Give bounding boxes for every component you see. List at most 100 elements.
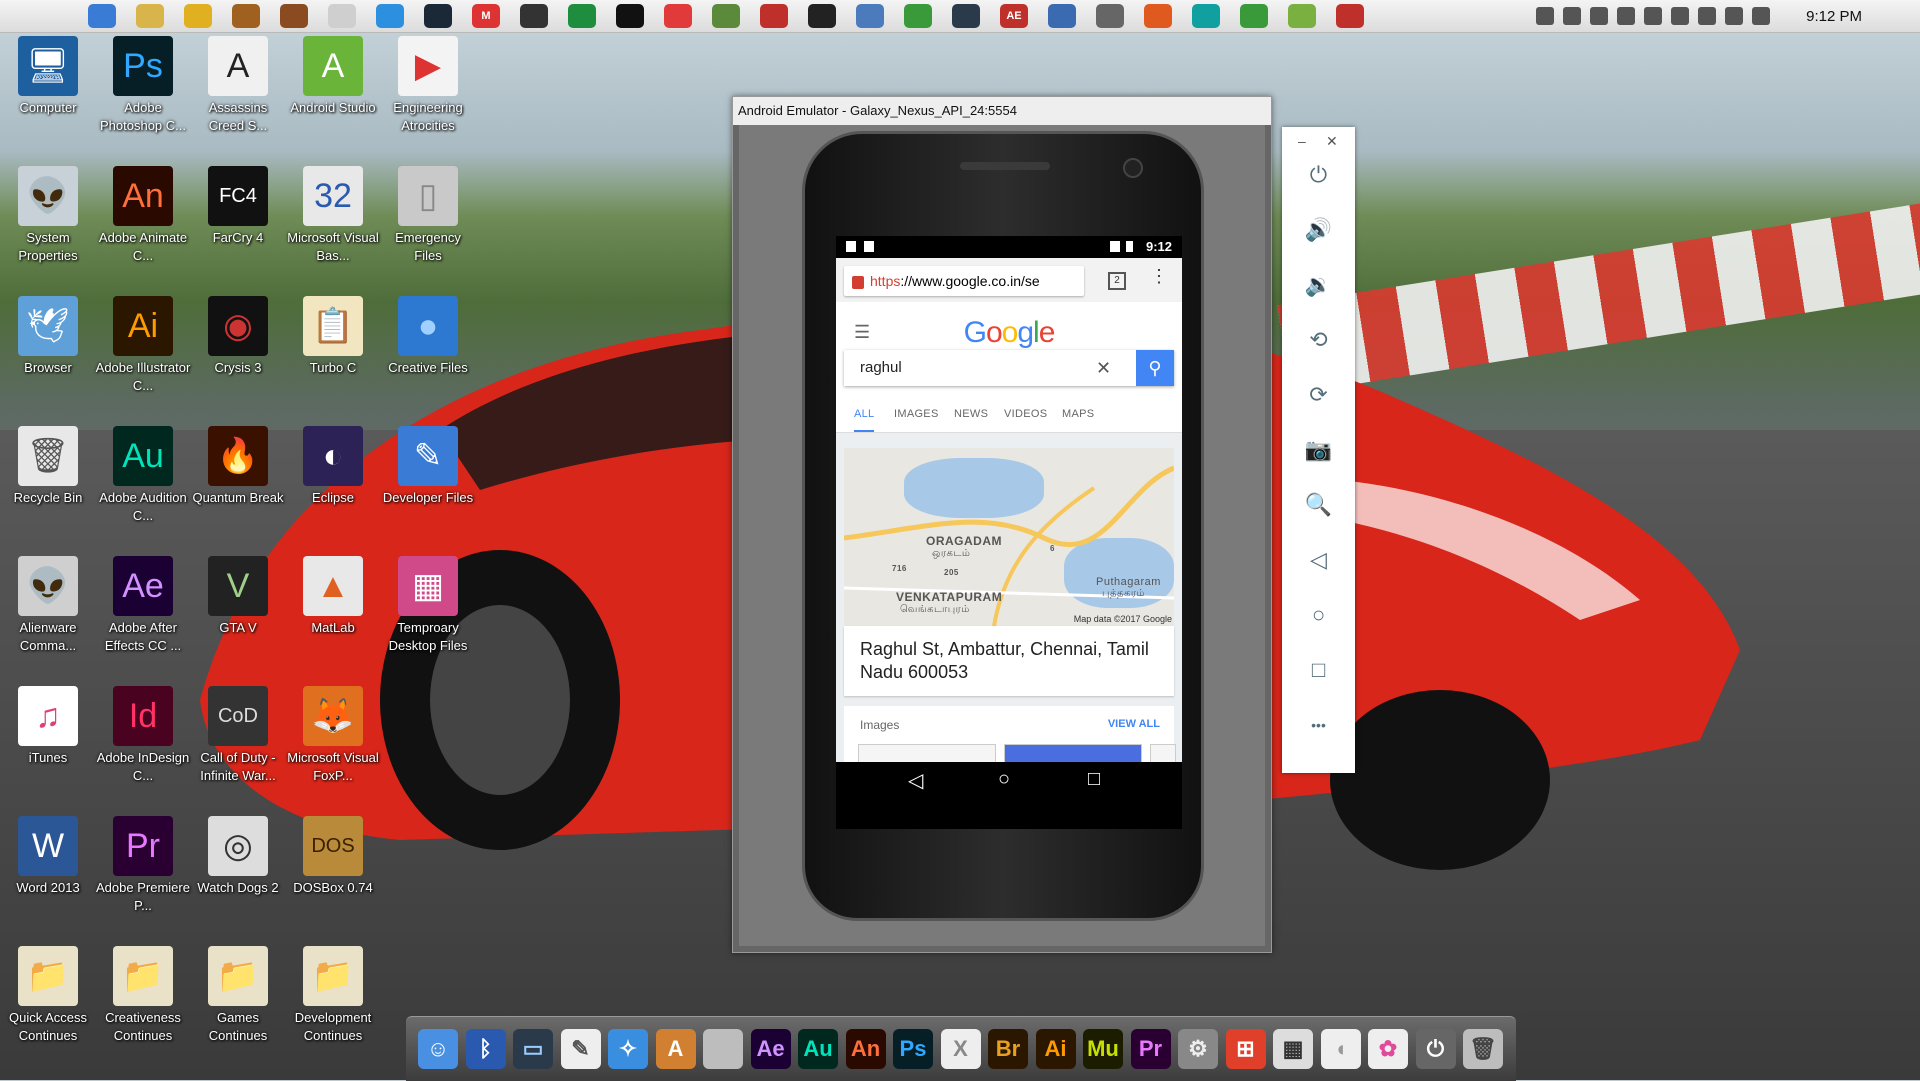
desktop-item[interactable]: A Assassins Creed S...: [190, 36, 286, 135]
sync-icon[interactable]: [376, 4, 404, 28]
desktop-item[interactable]: ◐ Eclipse: [285, 426, 381, 507]
desktop-item[interactable]: Ai Adobe Illustrator C...: [95, 296, 191, 395]
bluetooth-icon[interactable]: ᛒ: [465, 1029, 506, 1069]
chart-icon[interactable]: [808, 4, 836, 28]
home-icon[interactable]: ○: [1282, 595, 1355, 635]
monitor-icon[interactable]: ▭: [513, 1029, 553, 1069]
minimize-icon[interactable]: –: [1298, 133, 1306, 149]
tray-battery-icon[interactable]: [1590, 7, 1609, 25]
image-thumbnail[interactable]: [1150, 744, 1176, 762]
bridge-icon[interactable]: Br: [988, 1029, 1028, 1069]
url-bar[interactable]: https://www.google.co.in/se: [844, 266, 1084, 296]
close-icon[interactable]: ✕: [1326, 133, 1338, 150]
search-box[interactable]: raghul ✕ ⚲: [844, 350, 1174, 386]
desktop-item[interactable]: Ae Adobe After Effects CC ...: [95, 556, 191, 655]
shutdown-icon[interactable]: ⏻: [1415, 1029, 1456, 1069]
desktop-item[interactable]: Ps Adobe Photoshop C...: [95, 36, 191, 135]
blank-icon[interactable]: [703, 1029, 743, 1069]
desktop-item[interactable]: ● Creative Files: [380, 296, 476, 377]
desktop-item[interactable]: ▦ Temproary Desktop Files: [380, 556, 476, 655]
app-store-icon[interactable]: A: [655, 1029, 696, 1069]
emulator-window[interactable]: Android Emulator - Galaxy_Nexus_API_24:5…: [732, 96, 1272, 953]
view-all-link[interactable]: VIEW ALL: [1108, 718, 1160, 730]
desktop-item[interactable]: FC4 FarCry 4: [190, 166, 286, 247]
tab-images[interactable]: IMAGES: [894, 398, 939, 430]
camera-icon[interactable]: 📷: [1282, 430, 1355, 470]
desktop-item[interactable]: CoD Call of Duty - Infinite War...: [190, 686, 286, 785]
image-thumbnail[interactable]: [858, 744, 996, 762]
apple-icon[interactable]: [18, 1, 48, 31]
rotate-right-icon[interactable]: ⟳: [1282, 375, 1355, 415]
save-icon[interactable]: [760, 4, 788, 28]
desktop-item[interactable]: ◎ Watch Dogs 2: [190, 816, 286, 897]
premiere-icon[interactable]: Pr: [1130, 1029, 1171, 1069]
after-effects-icon[interactable]: Ae: [750, 1029, 791, 1069]
finder-icon[interactable]: ☺: [418, 1029, 458, 1069]
desktop-item[interactable]: V GTA V: [190, 556, 286, 637]
hand-icon[interactable]: [184, 4, 212, 28]
desktop-item[interactable]: Pr Adobe Premiere P...: [95, 816, 191, 915]
muse-icon[interactable]: Mu: [1083, 1029, 1123, 1069]
crate-icon[interactable]: [280, 4, 308, 28]
desktop-item[interactable]: 📁 Quick Access Continues: [0, 946, 96, 1045]
arduino-icon[interactable]: [1192, 4, 1220, 28]
volume-up-icon[interactable]: 🔊: [1282, 210, 1355, 250]
desktop-item[interactable]: 👽 System Properties: [0, 166, 96, 265]
android-studio-icon[interactable]: [1240, 4, 1268, 28]
search-button[interactable]: ⚲: [1136, 350, 1174, 386]
nav-recents-icon[interactable]: □: [1088, 768, 1100, 791]
clear-search-icon[interactable]: ✕: [1096, 350, 1111, 386]
tray-signal-icon[interactable]: [1617, 7, 1636, 25]
gmail-icon[interactable]: M: [472, 4, 500, 28]
desktop-item[interactable]: ◉ Crysis 3: [190, 296, 286, 377]
tray-mute-icon[interactable]: [1698, 7, 1717, 25]
monitor-icon[interactable]: [952, 4, 980, 28]
tray-chevron-icon[interactable]: [1536, 7, 1555, 25]
acrobat-icon[interactable]: [1336, 4, 1364, 28]
notes-icon[interactable]: ✎: [560, 1029, 601, 1069]
back-icon[interactable]: ◁: [1282, 540, 1355, 580]
desktop-item[interactable]: 📋 Turbo C: [285, 296, 381, 377]
address-card[interactable]: Raghul St, Ambattur, Chennai, Tamil Nadu…: [844, 626, 1174, 696]
overview-icon[interactable]: □: [1282, 650, 1355, 690]
tab-videos[interactable]: VIDEOS: [1004, 398, 1047, 430]
nav-back-icon[interactable]: ◁: [908, 768, 923, 793]
desktop-item[interactable]: 📁 Games Continues: [190, 946, 286, 1045]
ae-icon[interactable]: AE: [1000, 4, 1028, 28]
pycharm-icon[interactable]: [616, 4, 644, 28]
safari-icon[interactable]: ✧: [608, 1029, 648, 1069]
mouse-icon[interactable]: ◖: [1320, 1029, 1361, 1069]
desktop-item[interactable]: ♫ iTunes: [0, 686, 96, 767]
tray-bluetooth-icon[interactable]: [1644, 7, 1663, 25]
disk-icon[interactable]: [856, 4, 884, 28]
windows-icon[interactable]: ⊞: [1225, 1029, 1266, 1069]
tab-maps[interactable]: MAPS: [1062, 398, 1094, 430]
finder-icon[interactable]: [88, 4, 116, 28]
osx-icon[interactable]: X: [940, 1029, 981, 1069]
desktop-item[interactable]: A Android Studio: [285, 36, 381, 117]
zoom-icon[interactable]: 🔍: [1282, 485, 1355, 525]
desktop-item[interactable]: Au Adobe Audition C...: [95, 426, 191, 525]
desktop-item[interactable]: ▶ Engineering Atrocities: [380, 36, 476, 135]
steam-icon[interactable]: [424, 4, 452, 28]
image-thumbnail[interactable]: [1004, 744, 1142, 762]
search-input[interactable]: raghul: [860, 350, 902, 386]
illustrator-icon[interactable]: Ai: [1035, 1029, 1076, 1069]
winrar-icon[interactable]: [232, 4, 260, 28]
desktop-item[interactable]: ✎ Developer Files: [380, 426, 476, 507]
color-wheel-icon[interactable]: ✿: [1368, 1029, 1408, 1069]
more-icon[interactable]: •••: [1282, 705, 1355, 745]
desktop-item[interactable]: 🗑 Recycle Bin: [0, 426, 96, 507]
tab-all[interactable]: ALL: [854, 398, 875, 432]
animate-icon[interactable]: An: [845, 1029, 886, 1069]
desktop-item[interactable]: 👽 Alienware Comma...: [0, 556, 96, 655]
photoshop-icon[interactable]: Ps: [893, 1029, 933, 1069]
overflow-menu-icon[interactable]: ⋮: [1150, 266, 1168, 287]
desktop-item[interactable]: An Adobe Animate C...: [95, 166, 191, 265]
globe-icon[interactable]: [904, 4, 932, 28]
calculator-icon[interactable]: ▦: [1273, 1029, 1313, 1069]
tab-switcher-button[interactable]: 2: [1108, 272, 1126, 290]
tray-network-icon[interactable]: [1563, 7, 1582, 25]
desktop-item[interactable]: ▲ MatLab: [285, 556, 381, 637]
nav-home-icon[interactable]: ○: [998, 768, 1010, 791]
